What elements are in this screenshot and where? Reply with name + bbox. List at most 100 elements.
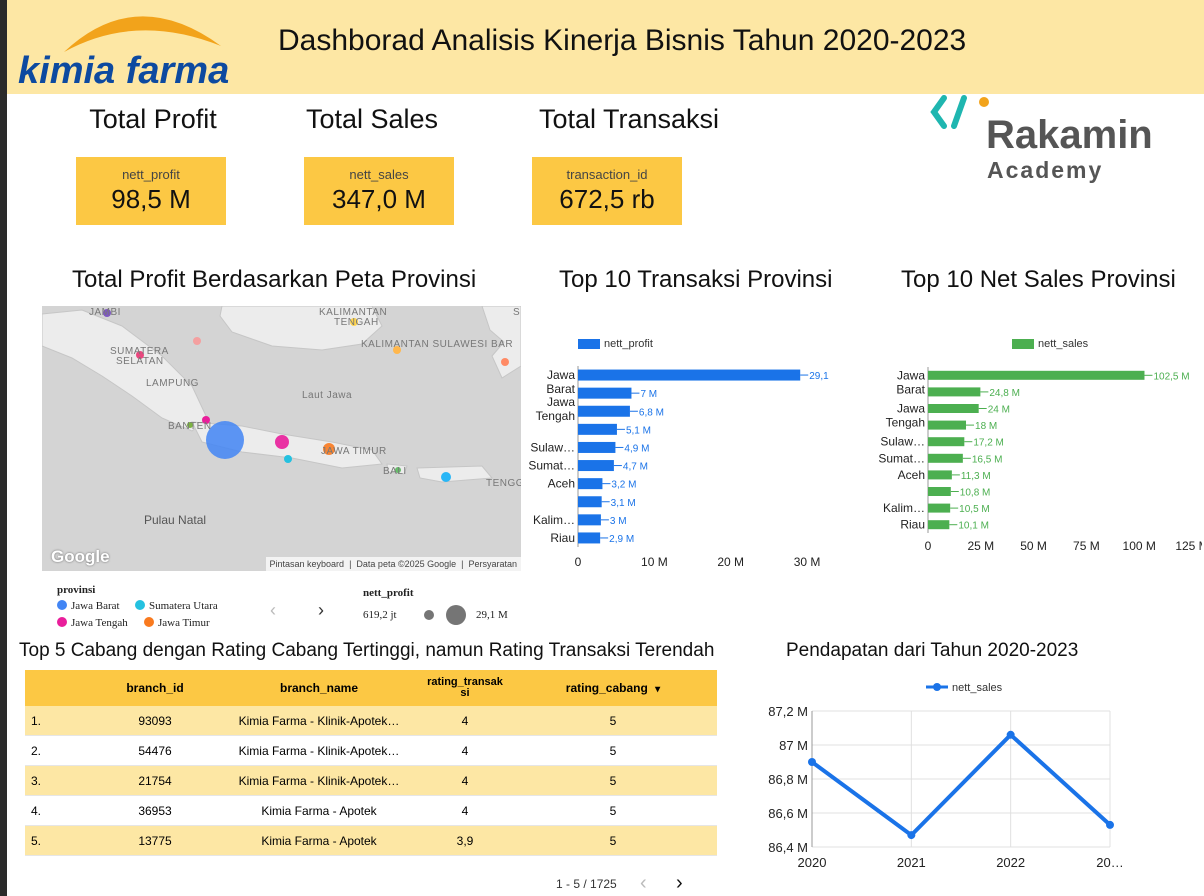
table-cell-branch-name: Kimia Farma - Klinik-Apotek… (217, 735, 421, 766)
rakamin-logo-line1: Rakamin (986, 113, 1153, 157)
table-row[interactable]: 2. 54476 Kimia Farma - Klinik-Apotek… 4 5 (25, 735, 717, 766)
bar[interactable] (928, 404, 979, 413)
kimia-farma-logo-mark: kimia farma (18, 16, 229, 92)
category-label: Kalim… (533, 513, 575, 527)
kpi-label-profit: nett_profit (122, 167, 180, 182)
map-legend-item-jawa-barat[interactable]: Jawa Barat (57, 600, 120, 612)
bar[interactable] (578, 441, 616, 453)
table-prev-page-icon[interactable]: ‹ (640, 872, 647, 895)
legend-prev-icon[interactable]: ‹ (270, 600, 276, 621)
bar[interactable] (578, 460, 614, 472)
x-tick-label: 125 M (1175, 539, 1202, 553)
data-label: 7 M (640, 389, 657, 400)
bar[interactable] (578, 514, 601, 526)
table-header-branch-id[interactable]: branch_id (93, 670, 217, 706)
table-next-page-icon[interactable]: › (676, 872, 683, 895)
kpi-card-sales[interactable]: nett_sales 347,0 M (304, 157, 454, 225)
bar[interactable] (578, 405, 630, 417)
table-header-branch-name[interactable]: branch_name (217, 670, 421, 706)
table-cell-branch-id: 54476 (93, 735, 217, 766)
map-legend-title: provinsi (57, 584, 96, 596)
legend-next-icon[interactable]: › (318, 600, 324, 621)
top-transaksi-chart[interactable]: nett_profit 29,1 7 M 6,8 M 5,1 M 4,9 M 4,7 M 3,… (525, 330, 865, 575)
bubble-sulbar[interactable] (501, 358, 509, 366)
map-terms-link[interactable]: Persyaratan (468, 559, 517, 569)
bar[interactable] (928, 520, 950, 530)
bar[interactable] (578, 369, 801, 381)
bar[interactable] (928, 420, 967, 430)
map-label-laut-jawa: Laut Jawa (302, 390, 353, 401)
bar[interactable] (578, 423, 617, 435)
x-tick-label: 0 (575, 555, 582, 569)
category-label: Aceh (898, 468, 925, 482)
table-header-rating-cabang[interactable]: rating_cabang ▾ (509, 670, 717, 706)
x-tick-label: 100 M (1123, 539, 1156, 553)
bubble-ntb[interactable] (441, 472, 451, 482)
table-row[interactable]: 4. 36953 Kimia Farma - Apotek 4 5 (25, 795, 717, 826)
data-point[interactable] (1006, 730, 1015, 739)
table-title: Top 5 Cabang dengan Rating Cabang Tertin… (19, 640, 715, 661)
category-label: Sulaw… (880, 435, 925, 449)
kimia-farma-logo: kimia farma (16, 2, 272, 92)
table-row[interactable]: 1. 93093 Kimia Farma - Klinik-Apotek… 4 5 (25, 706, 717, 736)
bar[interactable] (928, 387, 981, 397)
branch-table: branch_id branch_name rating_transaksi r… (25, 670, 717, 856)
map-label-kalsel: KALIMANTAN SULAWESI BAR (361, 339, 514, 350)
data-label: 5,1 M (626, 425, 651, 436)
bubble-yogyakarta[interactable] (284, 455, 292, 463)
table-header-rating-transaksi[interactable]: rating_transaksi (421, 670, 509, 706)
legend-label: nett_profit (604, 338, 653, 350)
top-sales-chart[interactable]: nett_sales 102,5 M 24,8 M 24 M 18 M 17,2 M 16,… (866, 330, 1202, 560)
table-cell-rating-transaksi: 4 (421, 765, 509, 796)
table-cell-no: 5. (25, 825, 93, 856)
x-tick-label: 2020 (798, 855, 827, 870)
map-legend-item-jawa-tengah[interactable]: Jawa Tengah (57, 617, 128, 629)
legend-marker (933, 683, 941, 691)
map-label-banten: BANTEN (168, 421, 212, 432)
y-tick-label: 86,4 M (768, 840, 808, 855)
table-row[interactable]: 5. 13775 Kimia Farma - Apotek 3,9 5 (25, 825, 717, 856)
bar[interactable] (928, 453, 963, 463)
legend-dot-jawa-barat (57, 600, 67, 610)
legend-dot-sumatera-utara (135, 600, 145, 610)
kpi-value-sales: 347,0 M (332, 184, 426, 214)
category-label: Sulaw… (530, 440, 575, 454)
legend-dot-jawa-tengah (57, 617, 67, 627)
size-legend-large-circle (446, 605, 466, 625)
bubble-bangka[interactable] (193, 337, 201, 345)
y-tick-label: 86,6 M (768, 806, 808, 821)
data-label: 6,8 M (639, 407, 664, 418)
bubble-jawa-barat[interactable] (206, 421, 244, 459)
map-legend-item-sumatera-utara[interactable]: Sumatera Utara (135, 600, 218, 612)
table-cell-rating-cabang: 5 (509, 735, 717, 766)
data-point[interactable] (1106, 820, 1114, 829)
sort-desc-icon[interactable]: ▾ (655, 684, 660, 695)
bar[interactable] (928, 470, 952, 480)
data-label: 24 M (988, 405, 1010, 416)
table-cell-branch-name: Kimia Farma - Klinik-Apotek… (217, 765, 421, 796)
kpi-card-profit[interactable]: nett_profit 98,5 M (76, 157, 226, 225)
data-point[interactable] (808, 758, 816, 766)
map-legend-item-jawa-timur[interactable]: Jawa Timur (144, 617, 210, 629)
province-map[interactable]: JAMBI KALIMANTAN TENGAH S SUMATERA SELAT… (42, 306, 521, 571)
revenue-line-chart[interactable]: nett_sales 86,4 M 86,6 M 86,8 M 87 M 87,2 M 20… (750, 675, 1190, 875)
bar[interactable] (578, 496, 602, 508)
bubble-jawa-tengah[interactable] (275, 435, 289, 449)
line-chart-title: Pendapatan dari Tahun 2020-2023 (786, 640, 1079, 661)
bar[interactable] (578, 532, 601, 544)
data-point[interactable] (907, 831, 916, 840)
kpi-card-transaksi[interactable]: transaction_id 672,5 rb (532, 157, 682, 225)
bar[interactable] (578, 478, 603, 490)
bar[interactable] (928, 503, 951, 513)
table-cell-branch-id: 13775 (93, 825, 217, 856)
bar[interactable] (578, 387, 632, 399)
bar[interactable] (928, 437, 965, 447)
table-row[interactable]: 3. 21754 Kimia Farma - Klinik-Apotek… 4 5 (25, 765, 717, 796)
category-label: Tengah (886, 416, 925, 430)
map-keyboard-shortcuts-link[interactable]: Pintasan keyboard (270, 559, 345, 569)
data-label: 4,9 M (624, 443, 649, 454)
legend-dot-jawa-timur (144, 617, 154, 627)
bar[interactable] (928, 487, 951, 496)
map-label-bali: BALI (383, 466, 407, 477)
bar[interactable] (928, 370, 1145, 380)
